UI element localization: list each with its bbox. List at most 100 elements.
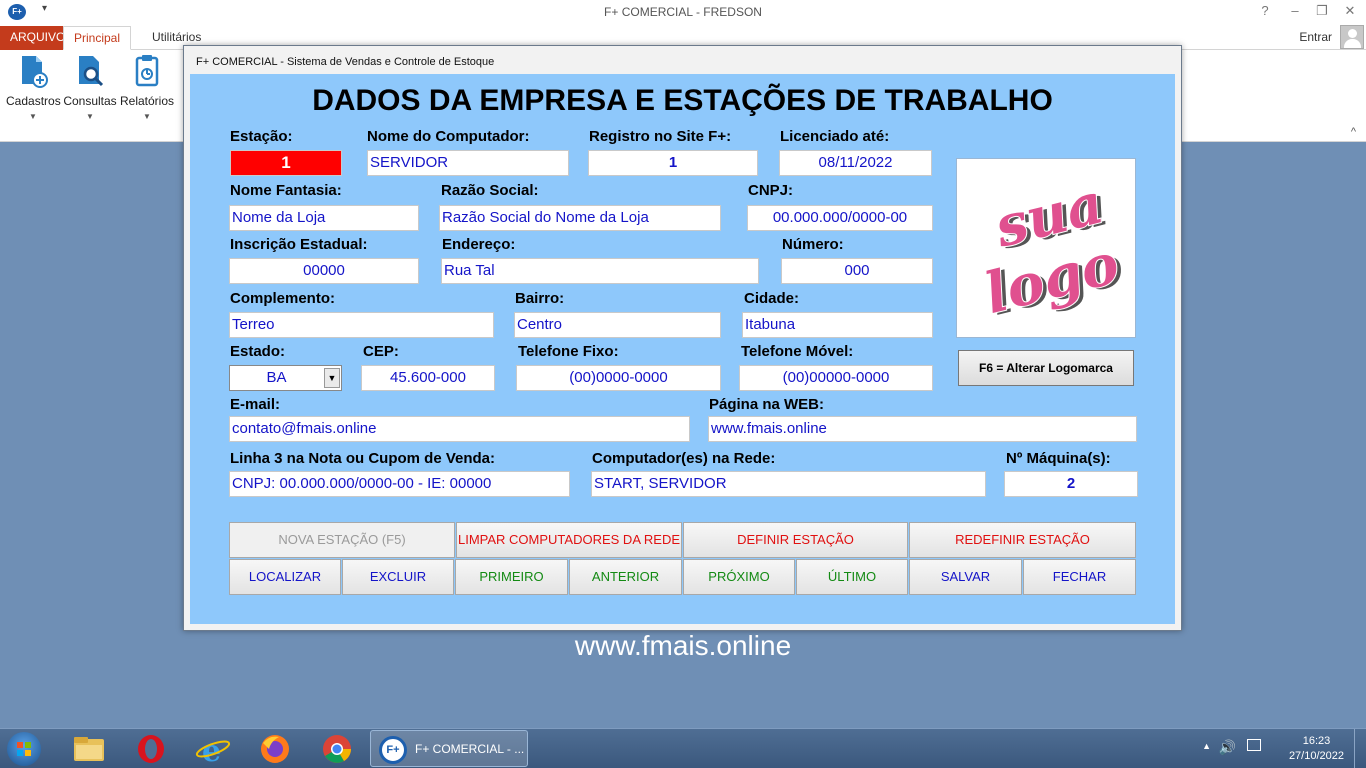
change-logo-button[interactable]: F6 = Alterar Logomarca — [958, 350, 1134, 386]
nome-computador-field[interactable]: SERVIDOR — [367, 150, 569, 176]
opera-browser-icon[interactable] — [131, 733, 171, 765]
limpar-computadores-button[interactable]: LIMPAR COMPUTADORES DA REDE — [456, 522, 682, 558]
taskbar: e F+ F+ COMERCIAL - ... ▲ 🔊 16:23 27/10/… — [0, 728, 1366, 768]
primeiro-button[interactable]: PRIMEIRO — [455, 559, 568, 595]
complemento-field[interactable]: Terreo — [229, 312, 494, 338]
nome-computador-label: Nome do Computador: — [367, 128, 530, 145]
consultas-button[interactable]: Consultas ▼ — [62, 54, 118, 121]
registro-field[interactable]: 1 — [588, 150, 758, 176]
cnpj-field[interactable]: 00.000.000/0000-00 — [747, 205, 933, 231]
clock-time: 16:23 — [1302, 735, 1331, 747]
chrome-icon[interactable] — [317, 733, 357, 765]
window-title: F+ COMERCIAL - FREDSON — [604, 5, 762, 19]
pagina-web-field[interactable]: www.fmais.online — [708, 416, 1137, 442]
telefone-movel-field[interactable]: (00)00000-0000 — [739, 365, 933, 391]
start-button[interactable] — [4, 731, 44, 767]
definir-estacao-button[interactable]: DEFINIR ESTAÇÃO — [683, 522, 908, 558]
company-data-dialog: F+ COMERCIAL - Sistema de Vendas e Contr… — [183, 45, 1182, 631]
computadores-rede-field[interactable]: START, SERVIDOR — [591, 471, 986, 497]
telefone-fixo-label: Telefone Fixo: — [518, 343, 619, 360]
localizar-button[interactable]: LOCALIZAR — [229, 559, 341, 595]
linha3-label: Linha 3 na Nota ou Cupom de Venda: — [230, 450, 496, 467]
show-desktop-button[interactable] — [1354, 729, 1366, 768]
firefox-icon[interactable] — [255, 733, 295, 765]
email-label: E-mail: — [230, 396, 281, 413]
cadastros-button[interactable]: Cadastros ▼ — [6, 54, 61, 121]
inscricao-label: Inscrição Estadual: — [230, 236, 368, 253]
consultas-label: Consultas — [63, 94, 117, 108]
dialog-body: DADOS DA EMPRESA E ESTAÇÕES DE TRABALHO … — [190, 74, 1175, 624]
chevron-down-icon: ▼ — [86, 112, 94, 121]
estado-value: BA — [266, 369, 287, 386]
email-field[interactable]: contato@fmais.online — [229, 416, 690, 442]
salvar-button[interactable]: SALVAR — [909, 559, 1022, 595]
endereco-label: Endereço: — [442, 236, 516, 253]
internet-explorer-icon[interactable]: e — [193, 733, 233, 768]
bairro-label: Bairro: — [515, 290, 565, 307]
nova-estacao-button[interactable]: NOVA ESTAÇÃO (F5) — [229, 522, 455, 558]
endereco-field[interactable]: Rua Tal — [441, 258, 759, 284]
cep-field[interactable]: 45.600-000 — [361, 365, 495, 391]
numero-field[interactable]: 000 — [781, 258, 933, 284]
linha3-field[interactable]: CNPJ: 00.000.000/0000-00 - IE: 00000 — [229, 471, 570, 497]
anterior-button[interactable]: ANTERIOR — [569, 559, 682, 595]
complemento-label: Complemento: — [230, 290, 335, 307]
cidade-field[interactable]: Itabuna — [742, 312, 933, 338]
title-bar: F+ ▾ F+ COMERCIAL - FREDSON ? – ❐ ✕ — [0, 0, 1366, 24]
avatar[interactable] — [1340, 25, 1364, 49]
pagina-web-label: Página na WEB: — [709, 396, 825, 413]
estacao-label: Estação: — [230, 128, 293, 145]
chevron-down-icon[interactable]: ▼ — [324, 368, 340, 388]
relatorios-icon — [132, 54, 162, 88]
minimize-icon[interactable]: – — [1283, 3, 1307, 18]
cidade-label: Cidade: — [744, 290, 800, 307]
razao-social-field[interactable]: Razão Social do Nome da Loja — [439, 205, 721, 231]
relatorios-label: Relatórios — [119, 94, 175, 108]
file-explorer-icon[interactable] — [70, 733, 110, 765]
volume-icon[interactable]: 🔊 — [1219, 739, 1236, 756]
proximo-button[interactable]: PRÓXIMO — [683, 559, 795, 595]
windows-logo-icon — [7, 732, 41, 766]
svg-text:e: e — [202, 734, 221, 765]
sign-in-link[interactable]: Entrar — [1299, 30, 1332, 44]
razao-social-label: Razão Social: — [441, 182, 539, 199]
registro-label: Registro no Site F+: — [589, 128, 732, 145]
fcomercial-taskbar-button[interactable]: F+ F+ COMERCIAL - ... — [370, 730, 528, 767]
consultas-icon — [75, 54, 105, 88]
network-icon[interactable] — [1247, 739, 1261, 751]
nome-fantasia-label: Nome Fantasia: — [230, 182, 342, 199]
excluir-button[interactable]: EXCLUIR — [342, 559, 454, 595]
computadores-rede-label: Computador(es) na Rede: — [592, 450, 776, 467]
chevron-down-icon: ▼ — [29, 112, 37, 121]
numero-label: Número: — [782, 236, 844, 253]
estado-label: Estado: — [230, 343, 286, 360]
ultimo-button[interactable]: ÚLTIMO — [796, 559, 908, 595]
estado-select[interactable]: BA ▼ — [229, 365, 342, 391]
redefinir-estacao-button[interactable]: REDEFINIR ESTAÇÃO — [909, 522, 1136, 558]
desktop-watermark: www.fmais.online — [574, 630, 792, 661]
bairro-field[interactable]: Centro — [514, 312, 721, 338]
collapse-ribbon-icon[interactable]: ^ — [1351, 126, 1356, 138]
help-icon[interactable]: ? — [1253, 3, 1277, 18]
n-maquinas-field[interactable]: 2 — [1004, 471, 1138, 497]
nome-fantasia-field[interactable]: Nome da Loja — [229, 205, 419, 231]
n-maquinas-label: Nº Máquina(s): — [1006, 450, 1111, 467]
clock[interactable]: 16:23 27/10/2022 — [1289, 734, 1344, 764]
maximize-icon[interactable]: ❐ — [1310, 3, 1334, 19]
telefone-movel-label: Telefone Móvel: — [741, 343, 854, 360]
cadastros-label: Cadastros — [6, 94, 61, 108]
licenciado-field[interactable]: 08/11/2022 — [779, 150, 932, 176]
relatorios-button[interactable]: Relatórios ▼ — [119, 54, 175, 121]
cadastros-icon — [18, 54, 48, 88]
inscricao-field[interactable]: 00000 — [229, 258, 419, 284]
tray-expand-icon[interactable]: ▲ — [1202, 741, 1211, 751]
telefone-fixo-field[interactable]: (00)0000-0000 — [516, 365, 721, 391]
close-icon[interactable]: ✕ — [1338, 3, 1362, 19]
chevron-down-icon: ▼ — [143, 112, 151, 121]
page-title: DADOS DA EMPRESA E ESTAÇÕES DE TRABALHO — [312, 84, 1053, 117]
tab-principal[interactable]: Principal — [63, 26, 132, 50]
logo-image: sua sua logo logo — [956, 158, 1136, 338]
fechar-button[interactable]: FECHAR — [1023, 559, 1136, 595]
clock-date: 27/10/2022 — [1288, 750, 1344, 762]
estacao-field[interactable]: 1 — [230, 150, 342, 176]
